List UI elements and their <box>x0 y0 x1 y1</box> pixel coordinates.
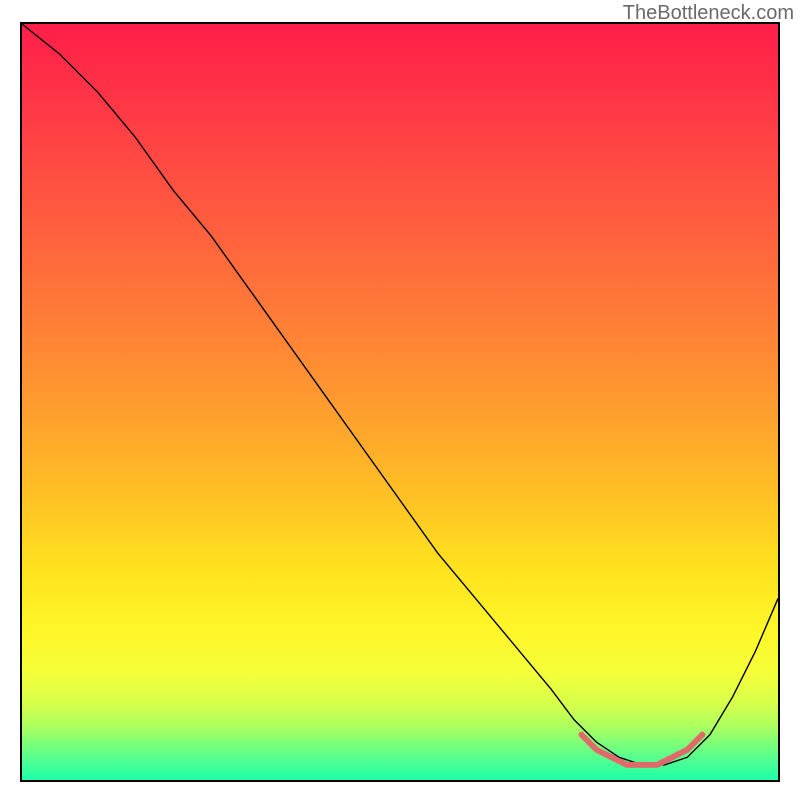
chart-svg <box>22 24 778 780</box>
watermark-text: TheBottleneck.com <box>623 2 794 25</box>
chart-container: TheBottleneck.com <box>0 0 800 800</box>
bottleneck-curve <box>22 24 778 765</box>
optimal-marker-band <box>581 735 702 765</box>
plot-frame <box>20 22 780 782</box>
